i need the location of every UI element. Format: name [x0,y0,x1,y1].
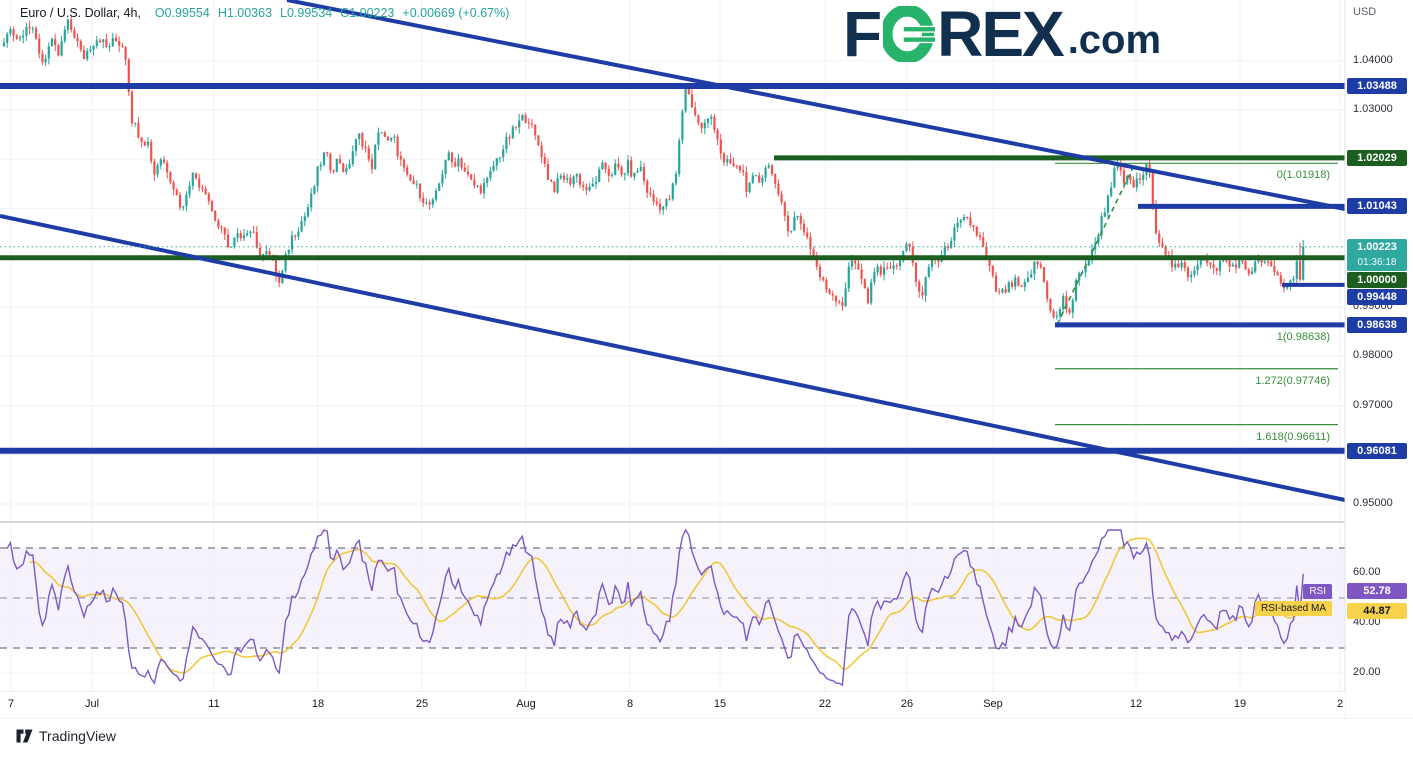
price-axis-label: 0.98000 [1353,349,1393,361]
fib-level-label: 0(1.01918) [1277,169,1330,181]
symbol-title[interactable]: Euro / U.S. Dollar, 4h, [20,6,141,20]
tradingview-attribution-text: TradingView [39,728,116,744]
fib-level-label: 1.618(0.96611) [1256,431,1330,443]
price-level-badge: 44.87 [1347,603,1407,619]
forex-o-bar [904,37,935,41]
time-axis-label: Sep [970,698,1016,710]
price-level-badge: 1.02029 [1347,150,1407,166]
price-level-badge: 0.96081 [1347,443,1407,459]
forex-o-icon [883,6,935,62]
tradingview-logo-icon [16,729,33,743]
price-level-badge: 0.99448 [1347,289,1407,305]
price-axis-label: 0.95000 [1353,497,1393,509]
time-axis-label: 15 [697,698,743,710]
price-axis[interactable]: USD 1.040001.030000.990000.980000.970000… [1346,0,1413,718]
ohlc-value: L0.99534 [280,6,332,20]
time-axis-label: Aug [503,698,549,710]
time-axis-label: 11 [191,698,237,710]
price-axis-currency: USD [1353,6,1376,18]
ohlc-value: H1.00363 [218,6,272,20]
ohlc-value: +0.00669 (+0.67%) [402,6,509,20]
price-axis-label: 0.97000 [1353,399,1393,411]
price-level-badge: 0.98638 [1347,317,1407,333]
tradingview-attribution[interactable]: TradingView [16,728,116,744]
time-axis-label: 18 [295,698,341,710]
forex-logo-letters: REX [937,4,1063,64]
rsi-axis-label: 20.00 [1353,666,1381,678]
time-axis-label: Jul [69,698,115,710]
forex-logo-letter: F [843,4,880,64]
time-axis-label: 12 [1113,698,1159,710]
symbol-header: Euro / U.S. Dollar, 4h, O0.99554 H1.00363… [20,6,517,20]
chart-canvas[interactable] [0,0,1413,757]
current-price-badge: 1.0022301:36:18 [1347,239,1407,271]
bar-countdown: 01:36:18 [1347,255,1407,270]
support-resistance-lines[interactable] [0,86,1345,451]
ohlc-values: O0.99554 H1.00363 L0.99534 C1.00223 +0.00669… [155,6,518,20]
price-level-badge: 1.01043 [1347,198,1407,214]
time-axis-label: 2 [1317,698,1345,710]
time-axis-label: 26 [884,698,930,710]
fib-level-label: 1(0.98638) [1277,331,1330,343]
ohlc-value: C1.00223 [340,6,394,20]
fib-level-label: 1.272(0.97746) [1255,375,1330,387]
rsi-ma-label[interactable]: RSI-based MA [1255,601,1332,616]
time-axis-label: 7 [0,698,34,710]
time-axis-label: 8 [607,698,653,710]
ohlc-value: O0.99554 [155,6,210,20]
time-axis-label: 22 [802,698,848,710]
time-axis[interactable]: 7 Jul 11 18 25 Aug 8 15 22 26 Sep 12 19 2 [0,692,1345,718]
price-axis-label: 1.03000 [1353,103,1393,115]
rsi-label[interactable]: RSI [1303,584,1332,599]
price-level-badge: 52.78 [1347,583,1407,599]
price-level-badge: 1.03488 [1347,78,1407,94]
trading-chart-window: Euro / U.S. Dollar, 4h, O0.99554 H1.00363… [0,0,1413,757]
forex-logo: F REX .com [843,4,1161,64]
forex-logo-com: .com [1068,16,1161,64]
rsi-axis-label: 60.00 [1353,566,1381,578]
price-axis-label: 1.04000 [1353,54,1393,66]
time-axis-label: 25 [399,698,445,710]
time-axis-label: 19 [1217,698,1263,710]
current-price-value: 1.00223 [1347,239,1407,255]
price-level-badge: 1.00000 [1347,272,1407,288]
forex-o-bar [904,27,935,31]
